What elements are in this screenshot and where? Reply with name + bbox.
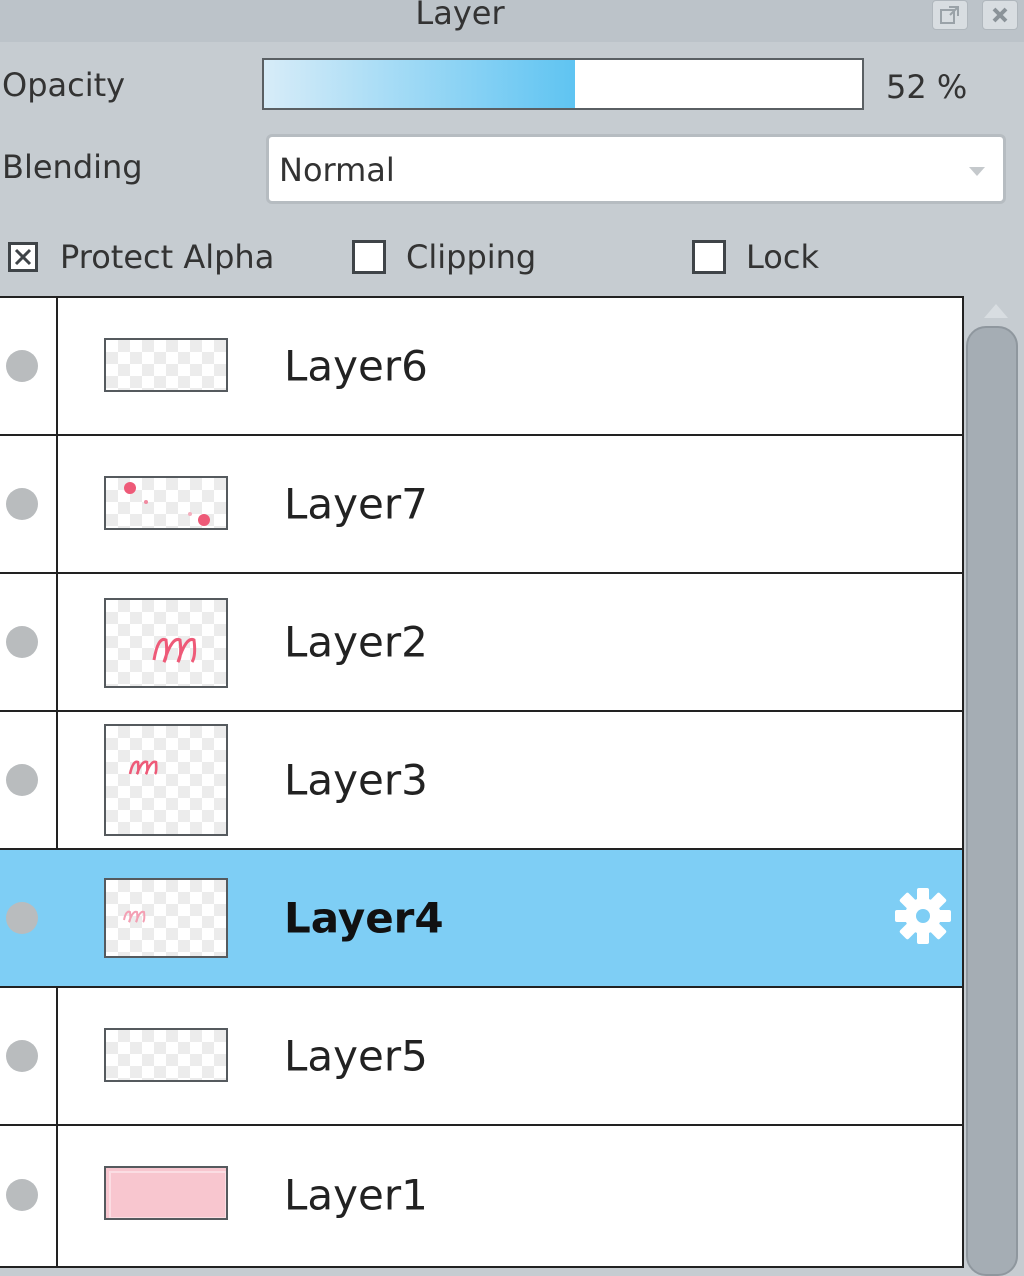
scroll-up-icon[interactable] bbox=[984, 304, 1008, 318]
visibility-dot-icon[interactable] bbox=[6, 1179, 38, 1211]
layer-list: Layer6 Layer7 Layer2 Layer3 Layer4 Layer… bbox=[0, 296, 964, 1268]
opacity-value: 52 % bbox=[886, 68, 968, 106]
layer-name: Layer4 bbox=[284, 893, 444, 943]
layer-row[interactable]: Layer2 bbox=[0, 574, 962, 712]
checkbox-box bbox=[352, 240, 386, 274]
scrollbar-thumb[interactable] bbox=[966, 326, 1018, 1276]
lock-label: Lock bbox=[746, 238, 819, 276]
clipping-label: Clipping bbox=[406, 238, 537, 276]
checkbox-box bbox=[692, 240, 726, 274]
chevron-down-icon bbox=[969, 167, 985, 176]
visibility-dot-icon[interactable] bbox=[6, 350, 38, 382]
visibility-dot-icon[interactable] bbox=[6, 488, 38, 520]
layer-thumbnail bbox=[104, 724, 228, 836]
visibility-dot-icon[interactable] bbox=[6, 626, 38, 658]
float-window-icon[interactable] bbox=[932, 0, 968, 30]
layer-row[interactable]: Layer5 bbox=[0, 988, 962, 1126]
gear-icon[interactable] bbox=[892, 885, 954, 951]
opacity-slider-fill bbox=[264, 60, 575, 108]
layer-name: Layer6 bbox=[284, 341, 428, 391]
layer-name: Layer1 bbox=[284, 1170, 428, 1220]
layer-thumbnail bbox=[104, 1028, 228, 1082]
visibility-dot-icon[interactable] bbox=[6, 764, 38, 796]
layer-row[interactable]: Layer6 bbox=[0, 298, 962, 436]
layer-row[interactable]: Layer3 bbox=[0, 712, 962, 850]
blending-selected-value: Normal bbox=[279, 151, 395, 189]
layer-thumbnail bbox=[104, 598, 228, 688]
layer-name: Layer3 bbox=[284, 755, 428, 805]
blending-dropdown[interactable]: Normal bbox=[266, 134, 1006, 204]
protect-alpha-label: Protect Alpha bbox=[60, 238, 275, 276]
visibility-dot-icon[interactable] bbox=[6, 1040, 38, 1072]
layer-row[interactable]: Layer1 bbox=[0, 1126, 962, 1264]
visibility-dot-icon[interactable] bbox=[6, 902, 38, 934]
layer-thumbnail bbox=[104, 878, 228, 958]
close-icon[interactable] bbox=[982, 0, 1018, 30]
checkbox-box bbox=[8, 242, 38, 272]
layer-name: Layer7 bbox=[284, 479, 428, 529]
panel-title: Layer bbox=[415, 0, 505, 32]
lock-checkbox[interactable]: Lock bbox=[692, 238, 819, 276]
blending-label: Blending bbox=[2, 148, 143, 186]
layer-name: Layer5 bbox=[284, 1031, 428, 1081]
layer-name: Layer2 bbox=[284, 617, 428, 667]
layer-thumbnail bbox=[104, 338, 228, 392]
layer-list-scrollbar[interactable] bbox=[964, 296, 1024, 1276]
clipping-checkbox[interactable]: Clipping bbox=[352, 238, 536, 276]
protect-alpha-checkbox[interactable]: Protect Alpha bbox=[8, 238, 274, 276]
layer-thumbnail bbox=[104, 476, 228, 530]
layer-thumbnail bbox=[104, 1166, 228, 1220]
opacity-slider[interactable] bbox=[262, 58, 864, 110]
title-bar: Layer bbox=[0, 0, 1024, 42]
opacity-label: Opacity bbox=[2, 66, 126, 104]
layer-row[interactable]: Layer7 bbox=[0, 436, 962, 574]
layer-row-selected[interactable]: Layer4 bbox=[0, 850, 962, 988]
